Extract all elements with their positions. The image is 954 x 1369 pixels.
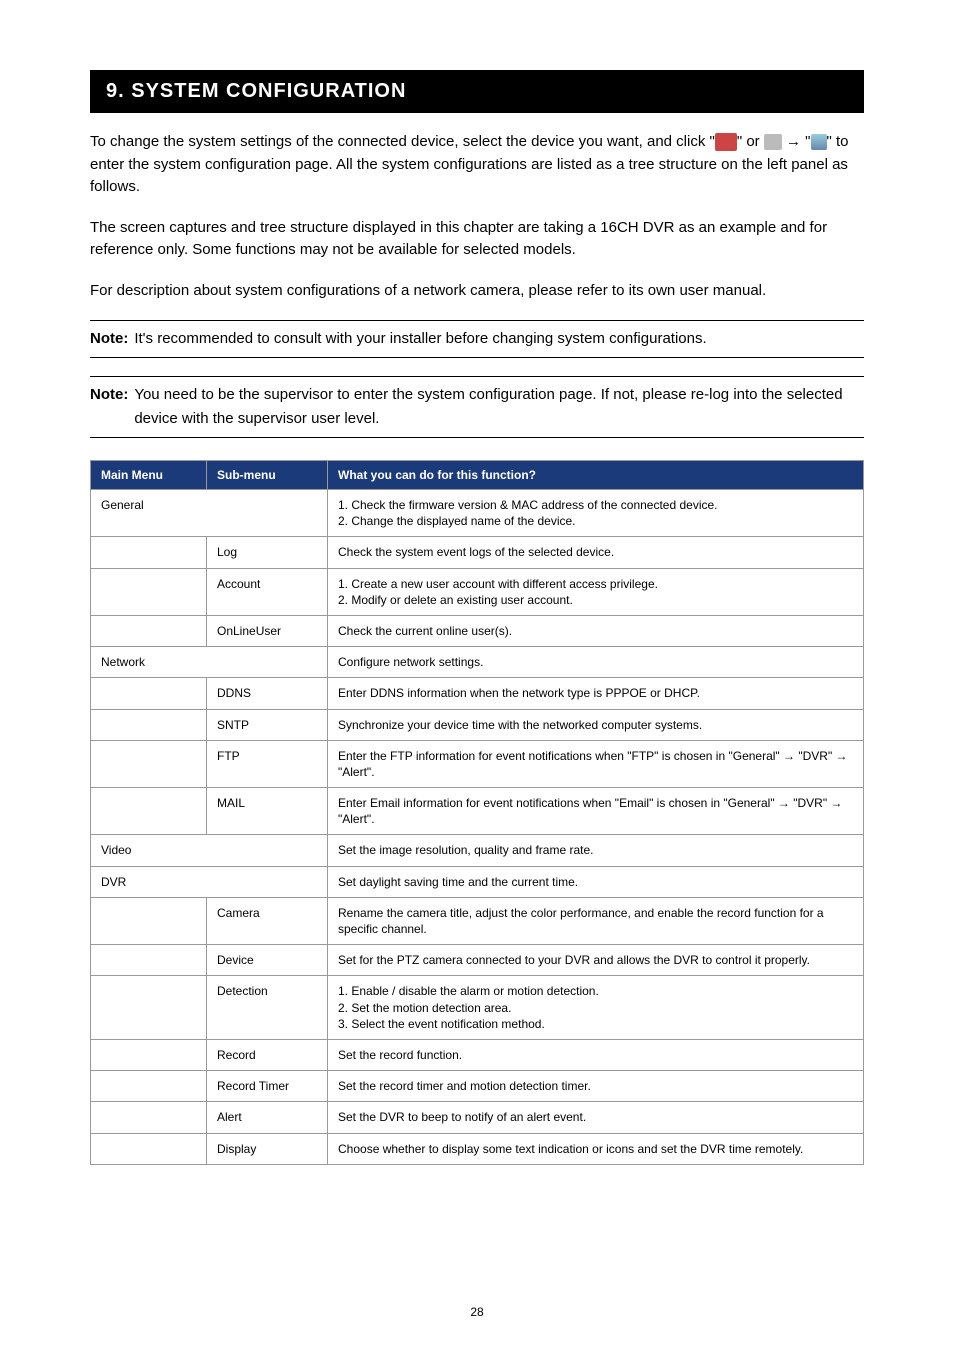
table-row: OnLineUserCheck the current online user(…: [91, 615, 864, 646]
cell-desc: Set the image resolution, quality and fr…: [328, 835, 864, 866]
cell-sub: Device: [207, 945, 328, 976]
table-row: VideoSet the image resolution, quality a…: [91, 835, 864, 866]
cell-main: [91, 537, 207, 568]
p1-text-a: To change the system settings of the con…: [90, 133, 715, 150]
cell-main: [91, 615, 207, 646]
cell-main: [91, 568, 207, 615]
cell-desc: 1. Enable / disable the alarm or motion …: [328, 976, 864, 1040]
table-row: FTPEnter the FTP information for event n…: [91, 740, 864, 787]
cell-desc: Enter the FTP information for event noti…: [328, 740, 864, 787]
table-row: Detection1. Enable / disable the alarm o…: [91, 976, 864, 1040]
table-row: CameraRename the camera title, adjust th…: [91, 897, 864, 944]
cell-desc: Set the record timer and motion detectio…: [328, 1071, 864, 1102]
cell-main: [91, 788, 207, 835]
note-label-2: Note:: [90, 383, 134, 431]
table-row: NetworkConfigure network settings.: [91, 647, 864, 678]
note-text-1: It's recommended to consult with your in…: [134, 327, 864, 351]
cell-desc: Choose whether to display some text indi…: [328, 1133, 864, 1164]
cell-desc: Set for the PTZ camera connected to your…: [328, 945, 864, 976]
cell-main: General: [91, 490, 328, 537]
table-row: DVRSet daylight saving time and the curr…: [91, 866, 864, 897]
cell-desc: Set the record function.: [328, 1039, 864, 1070]
cell-sub: FTP: [207, 740, 328, 787]
table-row: Record TimerSet the record timer and mot…: [91, 1071, 864, 1102]
cell-sub: Display: [207, 1133, 328, 1164]
config-icon-red: [715, 133, 737, 151]
table-row: DisplayChoose whether to display some te…: [91, 1133, 864, 1164]
table-row: MAILEnter Email information for event no…: [91, 788, 864, 835]
cell-main: [91, 1071, 207, 1102]
cell-main: Video: [91, 835, 328, 866]
cell-desc: Enter Email information for event notifi…: [328, 788, 864, 835]
table-row: DeviceSet for the PTZ camera connected t…: [91, 945, 864, 976]
cell-desc: 1. Check the firmware version & MAC addr…: [328, 490, 864, 537]
cell-desc: Set the DVR to beep to notify of an aler…: [328, 1102, 864, 1133]
p1-text-c: → ": [782, 133, 811, 150]
note-2: Note: You need to be the supervisor to e…: [90, 376, 864, 438]
th-sub: Sub-menu: [207, 461, 328, 490]
paragraph-3: For description about system configurati…: [90, 280, 864, 303]
table-row: Account1. Create a new user account with…: [91, 568, 864, 615]
cell-main: DVR: [91, 866, 328, 897]
cell-sub: Record Timer: [207, 1071, 328, 1102]
cell-sub: OnLineUser: [207, 615, 328, 646]
table-body: General1. Check the firmware version & M…: [91, 490, 864, 1165]
cell-desc: Check the system event logs of the selec…: [328, 537, 864, 568]
cell-main: [91, 1102, 207, 1133]
cell-main: [91, 1133, 207, 1164]
cell-main: [91, 897, 207, 944]
cell-desc: Rename the camera title, adjust the colo…: [328, 897, 864, 944]
table-row: General1. Check the firmware version & M…: [91, 490, 864, 537]
section-header: 9. SYSTEM CONFIGURATION: [90, 70, 864, 113]
cell-sub: Record: [207, 1039, 328, 1070]
cell-main: [91, 740, 207, 787]
table-row: DDNSEnter DDNS information when the netw…: [91, 678, 864, 709]
cell-sub: MAIL: [207, 788, 328, 835]
cell-desc: Check the current online user(s).: [328, 615, 864, 646]
table-row: AlertSet the DVR to beep to notify of an…: [91, 1102, 864, 1133]
cell-main: Network: [91, 647, 328, 678]
cell-sub: Account: [207, 568, 328, 615]
submenu-icon: [811, 134, 827, 150]
cell-main: [91, 678, 207, 709]
note-1: Note: It's recommended to consult with y…: [90, 320, 864, 358]
page-container: 9. SYSTEM CONFIGURATION To change the sy…: [0, 0, 954, 1369]
cell-desc: 1. Create a new user account with differ…: [328, 568, 864, 615]
note-text-2: You need to be the supervisor to enter t…: [134, 383, 864, 431]
paragraph-2: The screen captures and tree structure d…: [90, 217, 864, 262]
cell-sub: Camera: [207, 897, 328, 944]
cell-desc: Enter DDNS information when the network …: [328, 678, 864, 709]
cell-desc: Synchronize your device time with the ne…: [328, 709, 864, 740]
paragraph-1: To change the system settings of the con…: [90, 131, 864, 199]
cell-main: [91, 1039, 207, 1070]
cell-sub: Detection: [207, 976, 328, 1040]
p1-text-b: " or: [737, 133, 764, 150]
table-row: RecordSet the record function.: [91, 1039, 864, 1070]
note-label-1: Note:: [90, 327, 134, 351]
table-row: LogCheck the system event logs of the se…: [91, 537, 864, 568]
cell-sub: Alert: [207, 1102, 328, 1133]
cell-sub: Log: [207, 537, 328, 568]
page-number: 28: [90, 1305, 864, 1319]
menu-table: Main Menu Sub-menu What you can do for t…: [90, 460, 864, 1165]
cell-main: [91, 976, 207, 1040]
cell-sub: SNTP: [207, 709, 328, 740]
cell-desc: Set daylight saving time and the current…: [328, 866, 864, 897]
table-header-row: Main Menu Sub-menu What you can do for t…: [91, 461, 864, 490]
toolbar-icon: [764, 134, 782, 150]
th-desc: What you can do for this function?: [328, 461, 864, 490]
cell-main: [91, 709, 207, 740]
th-main: Main Menu: [91, 461, 207, 490]
cell-main: [91, 945, 207, 976]
table-row: SNTPSynchronize your device time with th…: [91, 709, 864, 740]
cell-sub: DDNS: [207, 678, 328, 709]
cell-desc: Configure network settings.: [328, 647, 864, 678]
